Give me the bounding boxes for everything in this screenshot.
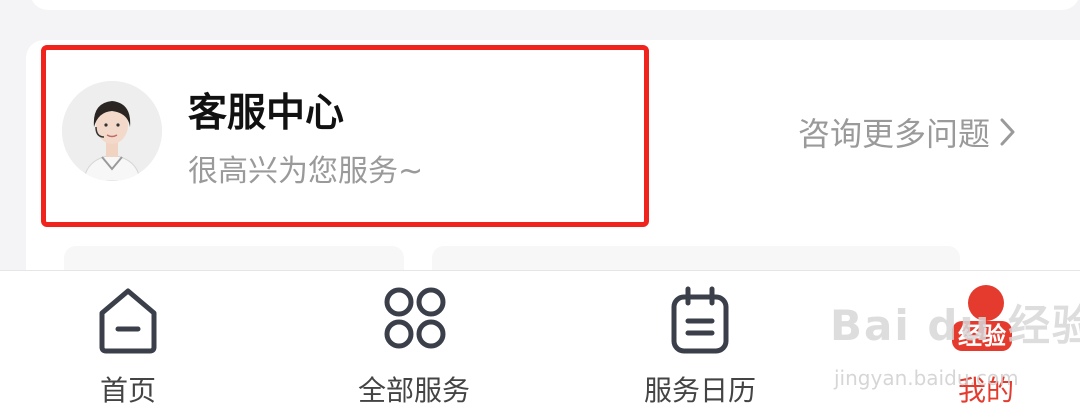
- service-center-subtitle: 很高兴为您服务~: [188, 154, 424, 189]
- service-center-title: 客服中心: [188, 91, 345, 136]
- tab-service-calendar-label: 服务日历: [643, 374, 756, 407]
- consult-more-label: 咨询更多问题: [798, 115, 991, 153]
- calendar-icon: [671, 286, 729, 354]
- grid-circles-icon: [384, 287, 446, 349]
- customer-service-avatar[interactable]: [62, 81, 162, 181]
- bottom-tab-bar: 首页 全部服务 服务日历 经验 我的: [0, 270, 1080, 418]
- tab-all-services[interactable]: 全部服务: [294, 271, 534, 418]
- experience-badge: 经验: [952, 321, 1012, 351]
- tab-home-label: 首页: [99, 374, 156, 407]
- agent-avatar-icon: [62, 81, 162, 181]
- consult-more-link[interactable]: 咨询更多问题: [798, 110, 1018, 154]
- tab-home[interactable]: 首页: [8, 271, 248, 418]
- chevron-right-icon: [1000, 118, 1015, 146]
- previous-card: [30, 0, 1080, 10]
- tab-service-calendar[interactable]: 服务日历: [580, 271, 820, 418]
- profile-icon: [968, 285, 1004, 321]
- tab-all-services-label: 全部服务: [357, 374, 470, 407]
- home-icon: [99, 288, 157, 354]
- tab-mine-label: 我的: [957, 374, 1014, 407]
- tab-mine[interactable]: 经验 我的: [866, 271, 1080, 418]
